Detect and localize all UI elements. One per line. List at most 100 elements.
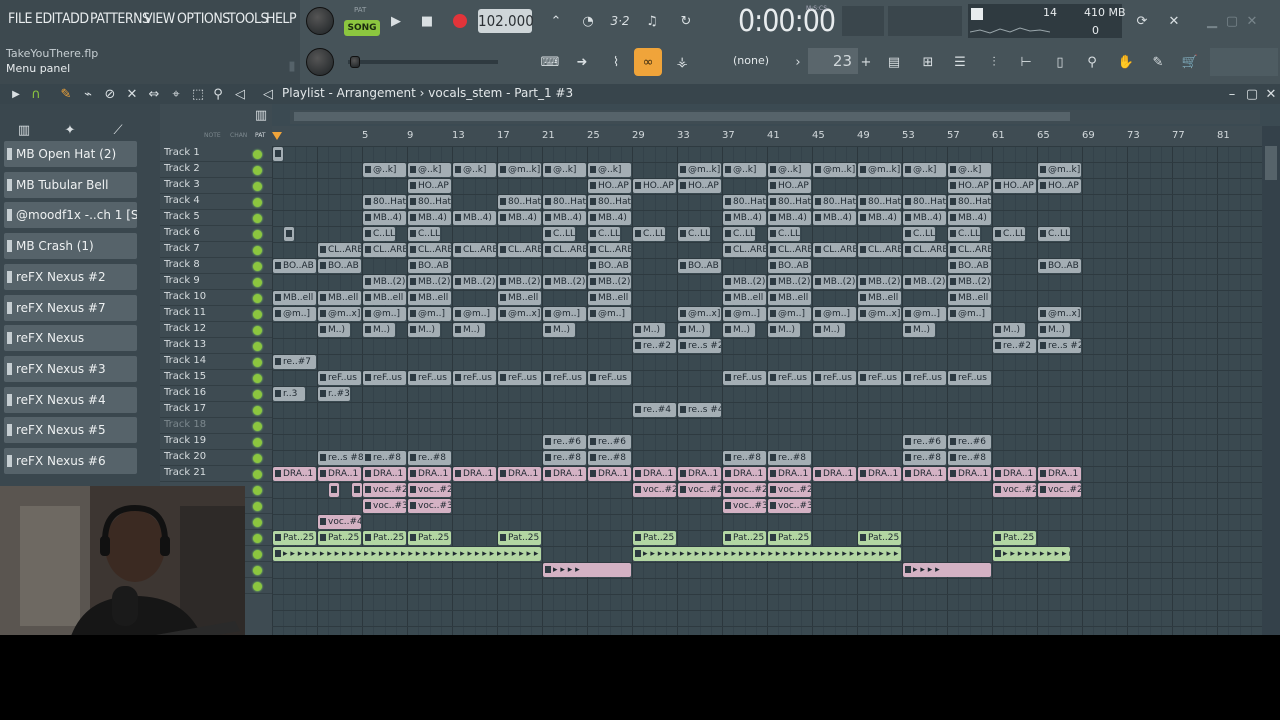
playlist-clip[interactable]: re..#6	[543, 435, 586, 449]
playlist-clip[interactable]: DRA..1	[723, 467, 766, 481]
clip-menu-icon[interactable]	[590, 470, 596, 477]
clip-menu-icon[interactable]	[995, 486, 1001, 493]
playlist-clip[interactable]: BO..AB	[948, 259, 991, 273]
clip-menu-icon[interactable]	[680, 470, 686, 477]
playlist-clip[interactable]: Pat..25	[633, 531, 676, 545]
playlist-clip[interactable]: voc..#3	[408, 499, 451, 513]
playlist-clip[interactable]: CL..ARE	[858, 243, 901, 257]
link-cable-icon[interactable]: ⌇	[602, 48, 630, 76]
channel-picker-item[interactable]: MB Tubular Bell	[4, 171, 137, 198]
playlist-clip[interactable]: MB..(2)	[768, 275, 811, 289]
playlist-clip[interactable]: @m..k]	[1038, 163, 1081, 177]
playlist-clip[interactable]: CL..ARE	[588, 243, 631, 257]
track-mute-led[interactable]	[253, 454, 262, 463]
channel-picker-item[interactable]: reFX Nexus #7	[4, 294, 137, 321]
playlist-clip[interactable]: Pat..25	[858, 531, 901, 545]
clip-menu-icon[interactable]	[950, 198, 956, 205]
clip-menu-icon[interactable]	[500, 166, 506, 173]
track-header[interactable]: Track 8	[160, 258, 272, 274]
clip-menu-icon[interactable]	[905, 326, 911, 333]
clip-menu-icon[interactable]	[770, 230, 776, 237]
track-header[interactable]: Track 9	[160, 274, 272, 290]
master-pitch-knob[interactable]	[306, 48, 334, 76]
clip-menu-icon[interactable]	[365, 454, 371, 461]
playlist-clip[interactable]: MB..ell	[318, 291, 361, 305]
playlist-clip[interactable]: BO..AB	[273, 259, 316, 273]
playlist-clip[interactable]: voc..#2	[363, 483, 406, 497]
playlist-clip[interactable]: re..#4	[633, 403, 676, 417]
typing-keyboard-icon[interactable]: ⌨	[536, 48, 564, 76]
playlist-clip[interactable]: @m..]	[408, 307, 451, 321]
clip-menu-icon[interactable]	[500, 246, 506, 253]
clip-menu-icon[interactable]	[331, 486, 338, 493]
track-mute-led[interactable]	[253, 518, 262, 527]
playlist-clip[interactable]: M..)	[723, 323, 755, 337]
playlist-clip[interactable]: DRA..1	[903, 467, 946, 481]
clip-menu-icon[interactable]	[860, 166, 866, 173]
clip-menu-icon[interactable]	[815, 326, 821, 333]
playlist-clip[interactable]: C..LL	[633, 227, 665, 241]
track-mute-led[interactable]	[253, 278, 262, 287]
clip-menu-icon[interactable]	[1040, 470, 1046, 477]
clip-menu-icon[interactable]	[725, 198, 731, 205]
menu-add[interactable]: ADD	[62, 11, 89, 27]
clip-menu-icon[interactable]	[770, 262, 776, 269]
track-header[interactable]: Track 10	[160, 290, 272, 306]
clip-menu-icon[interactable]	[1040, 310, 1046, 317]
track-header[interactable]: Track 6	[160, 226, 272, 242]
playlist-clip[interactable]: reF..us	[903, 371, 946, 385]
channel-picker-item[interactable]: reFX Nexus #5	[4, 417, 137, 444]
clip-menu-icon[interactable]	[950, 374, 956, 381]
loop-record-icon[interactable]: ↻	[672, 7, 700, 35]
track-header[interactable]: Track 17	[160, 402, 272, 418]
lock-icon[interactable]: ▮	[278, 52, 306, 80]
clip-menu-icon[interactable]	[500, 470, 506, 477]
clip-menu-icon[interactable]	[995, 342, 1001, 349]
playlist-clip[interactable]: re..#8	[408, 451, 451, 465]
clip-menu-icon[interactable]	[770, 182, 776, 189]
menu-view[interactable]: VIEW	[144, 11, 175, 27]
playlist-clip[interactable]: C..LL	[903, 227, 935, 241]
playlist-clip[interactable]: voc..#3	[768, 499, 811, 513]
clip-menu-icon[interactable]	[365, 166, 371, 173]
playlist-clip[interactable]: @m..x]	[1038, 307, 1081, 321]
clip-menu-icon[interactable]	[545, 166, 551, 173]
clip-menu-icon[interactable]	[725, 470, 731, 477]
clip-menu-icon[interactable]	[410, 166, 416, 173]
playlist-clip[interactable]: HO..AP	[588, 179, 631, 193]
master-volume-knob[interactable]	[306, 7, 334, 35]
playlist-clip[interactable]: MB..(2)	[723, 275, 766, 289]
playlist-clip[interactable]: C..LL	[588, 227, 620, 241]
clip-menu-icon[interactable]	[410, 246, 416, 253]
playlist-clip[interactable]: @m..x]	[498, 307, 541, 321]
track-mute-led[interactable]	[253, 438, 262, 447]
clip-menu-icon[interactable]	[770, 246, 776, 253]
clip-menu-icon[interactable]	[905, 454, 911, 461]
playlist-clip[interactable]: M..)	[633, 323, 665, 337]
snap-selector[interactable]: (none)	[716, 49, 786, 73]
clip-menu-icon[interactable]	[680, 310, 686, 317]
playlist-clip[interactable]: 80..Hat	[408, 195, 451, 209]
playlist-clip[interactable]: 80..Hat	[903, 195, 946, 209]
menu-help[interactable]: HELP	[266, 11, 297, 27]
piano-roll-icon[interactable]: ⊞	[914, 48, 942, 76]
playlist-clip[interactable]: C..LL	[363, 227, 395, 241]
playlist-clip[interactable]: @m..]	[453, 307, 496, 321]
track-header[interactable]: Track 20	[160, 450, 272, 466]
playlist-clip[interactable]: M..)	[903, 323, 935, 337]
playlist-clip[interactable]: re..#7	[273, 355, 316, 369]
playlist-clip[interactable]: voc..#2	[633, 483, 676, 497]
playlist-clip[interactable]: ▸ ▸ ▸ ▸ ▸ ▸ ▸ ▸ ▸ ▸ ▸ ▸ ▸ ▸ ▸ ▸ ▸ ▸ ▸ ▸ …	[633, 547, 901, 561]
clip-menu-icon[interactable]	[770, 310, 776, 317]
playlist-clip[interactable]: MB..4)	[858, 211, 901, 225]
playlist-clip[interactable]: voc..#4	[318, 515, 361, 529]
clip-menu-icon[interactable]	[950, 166, 956, 173]
touch-icon[interactable]: ✋	[1112, 48, 1140, 76]
playlist-clip[interactable]	[329, 483, 340, 497]
clip-menu-icon[interactable]	[320, 374, 326, 381]
clip-menu-icon[interactable]	[905, 278, 911, 285]
playlist-clip[interactable]: @m..]	[363, 307, 406, 321]
clip-menu-icon[interactable]	[725, 230, 731, 237]
track-header[interactable]: Track 1	[160, 146, 272, 162]
clip-menu-icon[interactable]	[410, 486, 416, 493]
